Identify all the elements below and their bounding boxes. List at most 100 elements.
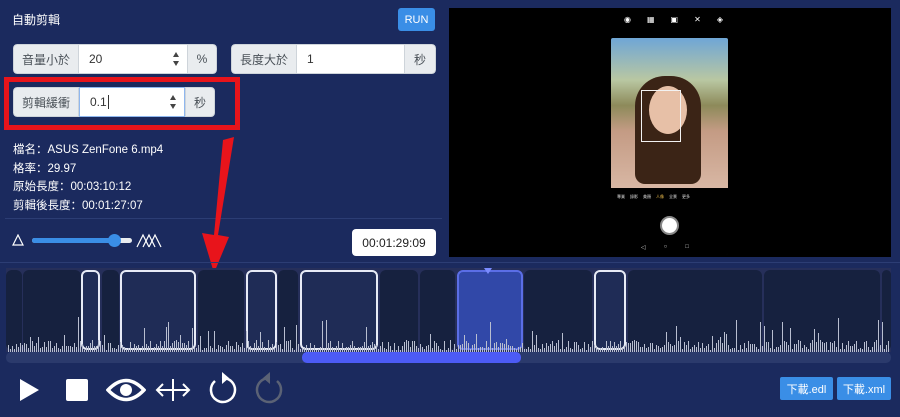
waveform-bar [364, 341, 365, 352]
waveform-bar [174, 340, 175, 352]
waveform-bar [712, 335, 713, 352]
flash-off-icon: ✕ [694, 15, 701, 24]
waveform-bar [552, 340, 553, 352]
timeline-clip[interactable] [246, 270, 277, 350]
waveform-bar [722, 342, 723, 352]
length-value: 1 [307, 52, 314, 66]
phone-screen-frame: 專業 錄影 美顏 人像 全景 更多 ◁ ○ □ [611, 38, 728, 255]
volume-threshold-group: 音量小於 20 % [13, 44, 217, 74]
timeline-scrollbar[interactable] [6, 352, 891, 363]
waveform-bar [30, 337, 31, 352]
timeline-clip[interactable] [198, 270, 244, 350]
waveform-bar [784, 341, 785, 352]
timeline-clip[interactable] [882, 270, 891, 350]
timeline-clip[interactable] [120, 270, 196, 350]
waveform-bar [880, 345, 881, 352]
waveform-bar [278, 344, 279, 352]
mode-label: 專業 [617, 194, 625, 199]
waveform-bar [506, 339, 507, 352]
waveform-bar [394, 342, 395, 352]
timeline-clip[interactable] [278, 270, 298, 350]
triangle-icon [12, 234, 24, 246]
waveform-bar [686, 345, 687, 352]
waveform-bar [888, 341, 889, 352]
waveform-bar [180, 334, 181, 352]
waveform-bar [476, 334, 477, 352]
waveform-bar [90, 342, 91, 352]
waveform-bar [558, 340, 559, 352]
timeline-clip[interactable] [594, 270, 626, 350]
waveform-bar [886, 344, 887, 352]
waveform-bar [130, 342, 131, 352]
volume-spinner-icon[interactable] [172, 52, 179, 66]
waveform-bar [568, 340, 569, 352]
waveform-bar [100, 341, 101, 352]
redo-icon[interactable] [254, 371, 286, 405]
stop-icon[interactable] [66, 379, 88, 401]
eye-icon[interactable] [106, 377, 146, 403]
waveform-bar [404, 342, 405, 352]
waveform-bar [816, 341, 817, 352]
waveform-bar [458, 345, 459, 352]
camera-modes: 專業 錄影 美顏 人像 全景 更多 [617, 194, 690, 200]
timeline-clip[interactable] [380, 270, 418, 350]
waveform-bar [670, 343, 671, 352]
waveform-bar [592, 341, 593, 352]
waveform-bar [64, 335, 65, 352]
arrows-horizontal-icon[interactable] [155, 379, 191, 401]
waveform-bar [102, 345, 103, 352]
waveform-bar [652, 342, 653, 352]
timeline-clip[interactable] [6, 270, 22, 350]
timeline-clip[interactable] [81, 270, 100, 350]
annotation-arrow-icon [202, 137, 234, 273]
download-xml-button[interactable]: 下載.xml [837, 377, 891, 400]
edited-length-text: 剪輯後長度：00:01:27:07 [13, 200, 143, 212]
waveform-bar [436, 342, 437, 352]
volume-input[interactable]: 20 [79, 44, 187, 74]
waveform-bar [444, 341, 445, 352]
timeline-clip[interactable] [524, 270, 592, 350]
timeline-clip[interactable] [23, 270, 81, 350]
mode-label: 錄影 [630, 194, 638, 199]
volume-unit: % [187, 44, 217, 74]
waveform-bar [412, 340, 413, 352]
waveform-bar [328, 342, 329, 352]
play-icon[interactable] [18, 378, 40, 402]
waveform-bar [832, 343, 833, 352]
waveform-bar [620, 341, 621, 352]
waveform-bar [276, 341, 277, 352]
undo-icon[interactable] [206, 371, 238, 405]
waveform-bar [666, 331, 667, 352]
waveform-bar [820, 340, 821, 352]
grid-icon: ▦ [646, 15, 655, 24]
timeline-clip[interactable] [628, 270, 762, 350]
timeline[interactable] [6, 268, 891, 352]
timeline-clip[interactable] [420, 270, 455, 350]
timeline-scroll-thumb[interactable] [302, 352, 522, 363]
waveform-bar [430, 333, 431, 352]
divider [0, 262, 900, 263]
playhead-icon[interactable] [484, 268, 492, 274]
waveform-bar [36, 343, 37, 352]
waveform-bar [800, 340, 801, 352]
waveform-bar [804, 344, 805, 352]
waveform-bar [822, 341, 823, 352]
waveform-bar [382, 342, 383, 352]
waveform-bar [766, 341, 767, 352]
waveform-bar [728, 344, 729, 352]
waveform-bar [676, 326, 677, 352]
waveform-bar [376, 345, 377, 352]
sensitivity-handle[interactable] [108, 234, 121, 247]
waveform-bar [310, 343, 311, 352]
waveform-bar [374, 343, 375, 352]
waveform-bar [218, 345, 219, 352]
length-input[interactable]: 1 [297, 44, 404, 74]
mode-label: 更多 [682, 194, 690, 199]
waveform-bar [288, 341, 289, 352]
android-nav-bar: ◁ ○ □ [641, 244, 689, 251]
length-label: 長度大於 [231, 44, 297, 74]
download-edl-button[interactable]: 下載.edl [780, 377, 833, 400]
waveform-bar [782, 322, 783, 352]
waveform-bar [856, 340, 857, 352]
run-button[interactable]: RUN [398, 8, 435, 31]
